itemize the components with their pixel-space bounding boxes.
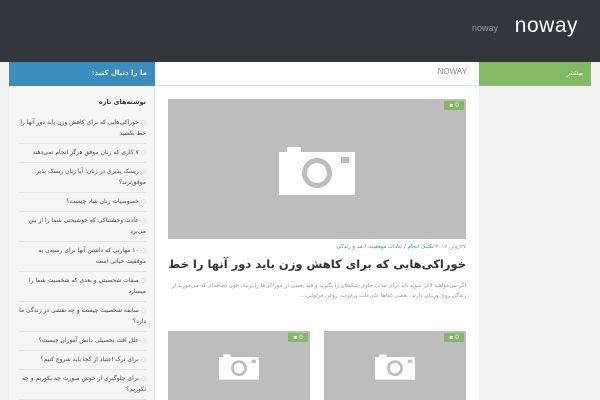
camera-icon [279,147,355,195]
sidebar-item[interactable]: ◌برای ترک اعتیاد از کجا باید شروع کنیم؟ [19,351,146,370]
sidebar-item[interactable]: ◌علل افت تحصیلی دانش آموزان چیست؟ [19,332,146,351]
comment-count: 0 [299,334,303,341]
sidebar-item[interactable]: ◌سابقه شخصیت چیست و چه نقشی در زندگی ما … [19,302,146,332]
comment-count: 0 [455,334,459,341]
sidebar-item-label[interactable]: ۱۰ مهارتی که داشتن آنها برای رسیدن به مو… [38,247,146,265]
sidebar-item-label[interactable]: ریسک پذیری در زنان؛ آیا زنان ریسک پذیر م… [36,168,146,186]
sidebar-item-label[interactable]: برای جلوگیری از خوش صورت چه بکوریم و چه … [22,375,146,393]
site-description: noway [472,23,499,33]
post-icon: ◌ [140,168,146,175]
sidebar-item-label[interactable]: سابقه شخصیت چیست و چه نقشی در زندگی ما د… [19,307,146,325]
comment-count-badge[interactable]: ▪ 0 [444,333,464,342]
breadcrumb: NOWAY [155,62,479,86]
breadcrumb-label[interactable]: NOWAY [438,67,467,76]
top-header-bar: noway noway [0,0,600,62]
main-content: ▪ 0 ۲۷ژوئن ۲۰۱۷ تکنیک انجام / عادات موفق… [155,86,479,400]
post-thumbnail[interactable]: ▪ 0 [168,331,310,400]
sidebar-title: نوشته‌های تازه [98,98,146,106]
sidebar-item-label[interactable]: برای ترک اعتیاد از کجا باید شروع کنیم؟ [40,356,138,363]
comment-count-badge[interactable]: ▪ 0 [288,333,308,342]
tab-strip: ما را دنبال کنید: NOWAY بیشتر [9,62,591,86]
post-icon: ◌ [140,119,146,126]
featured-post-title[interactable]: خوراکی‌هایی که برای کاهش وزن باید دور آن… [168,257,466,271]
post-icon: ◌ [140,277,146,284]
more-tab[interactable]: بیشتر [479,62,591,86]
post-icon: ◌ [140,217,146,224]
follow-us-tab[interactable]: ما را دنبال کنید: [9,62,155,86]
post-categories[interactable]: تکنیک انجام / عادات موفقیت / مد و زندگی [336,244,433,250]
sidebar-item-label[interactable]: صفات شخصیتی و بعدی که شخصیت شما را میساز… [29,277,146,295]
camera-icon [375,353,415,380]
sidebar-item-label[interactable]: خوراکی‌هایی که برای کاهش وزن باید دور آن… [20,119,146,137]
sidebar-item[interactable]: ◌۱۰ مهارتی که داشتن آنها برای رسیدن به م… [19,242,146,272]
featured-post-excerpt: اگر می‌خواهید لاغر شوید باید برای مدتی ج… [171,283,466,299]
post-icon: ◌ [140,247,146,254]
post-date: ۲۷ژوئن ۲۰۱۷ [435,244,466,250]
post-icon: ◌ [140,198,146,205]
sidebar-item[interactable]: ◌صفات شخصیتی و بعدی که شخصیت شما را میسا… [19,272,146,302]
sidebar-item-label[interactable]: علل افت تحصیلی دانش آموزان چیست؟ [39,337,139,344]
sidebar-item[interactable]: ◌خوراکی‌هایی که برای کاهش وزن باید دور آ… [19,114,146,144]
sidebar-item-label[interactable]: عادت وحشتناکی که خوشبختی شما را از بین م… [29,217,147,235]
camera-icon [219,353,259,380]
right-column [479,86,591,400]
site-title[interactable]: noway [515,14,578,38]
sidebar-item-label[interactable]: خصوصیات زنان شاد چیست؟ [66,198,138,205]
sidebar-item[interactable]: ◌برای جلوگیری از خوش صورت چه بکوریم و چه… [19,370,146,400]
post-icon: ◌ [140,307,146,314]
post-thumbnail[interactable]: ▪ 0 [324,331,466,400]
post-icon: ◌ [140,149,146,156]
comment-count-badge[interactable]: ▪ 0 [444,101,464,110]
featured-post-thumbnail[interactable]: ▪ 0 [168,99,466,239]
post-icon: ◌ [140,356,146,363]
sidebar-item[interactable]: ◌ریسک پذیری در زنان؛ آیا زنان ریسک پذیر … [19,163,146,193]
post-icon: ◌ [140,337,146,344]
sidebar-item[interactable]: ◌عادت وحشتناکی که خوشبختی شما را از بین … [19,212,146,242]
post-meta: ۲۷ژوئن ۲۰۱۷ تکنیک انجام / عادات موفقیت /… [168,244,466,250]
sidebar-item-label[interactable]: ۷ کاری که زنان موفق هرگز انجام نمی‌دهند [32,149,138,156]
sidebar-item[interactable]: ◌خصوصیات زنان شاد چیست؟ [19,193,146,212]
sidebar-item[interactable]: ◌۷ کاری که زنان موفق هرگز انجام نمی‌دهند [19,144,146,163]
post-icon: ◌ [140,375,146,382]
comment-count: 0 [455,102,459,109]
sidebar: نوشته‌های تازه ◌خوراکی‌هایی که برای کاهش… [9,86,155,400]
